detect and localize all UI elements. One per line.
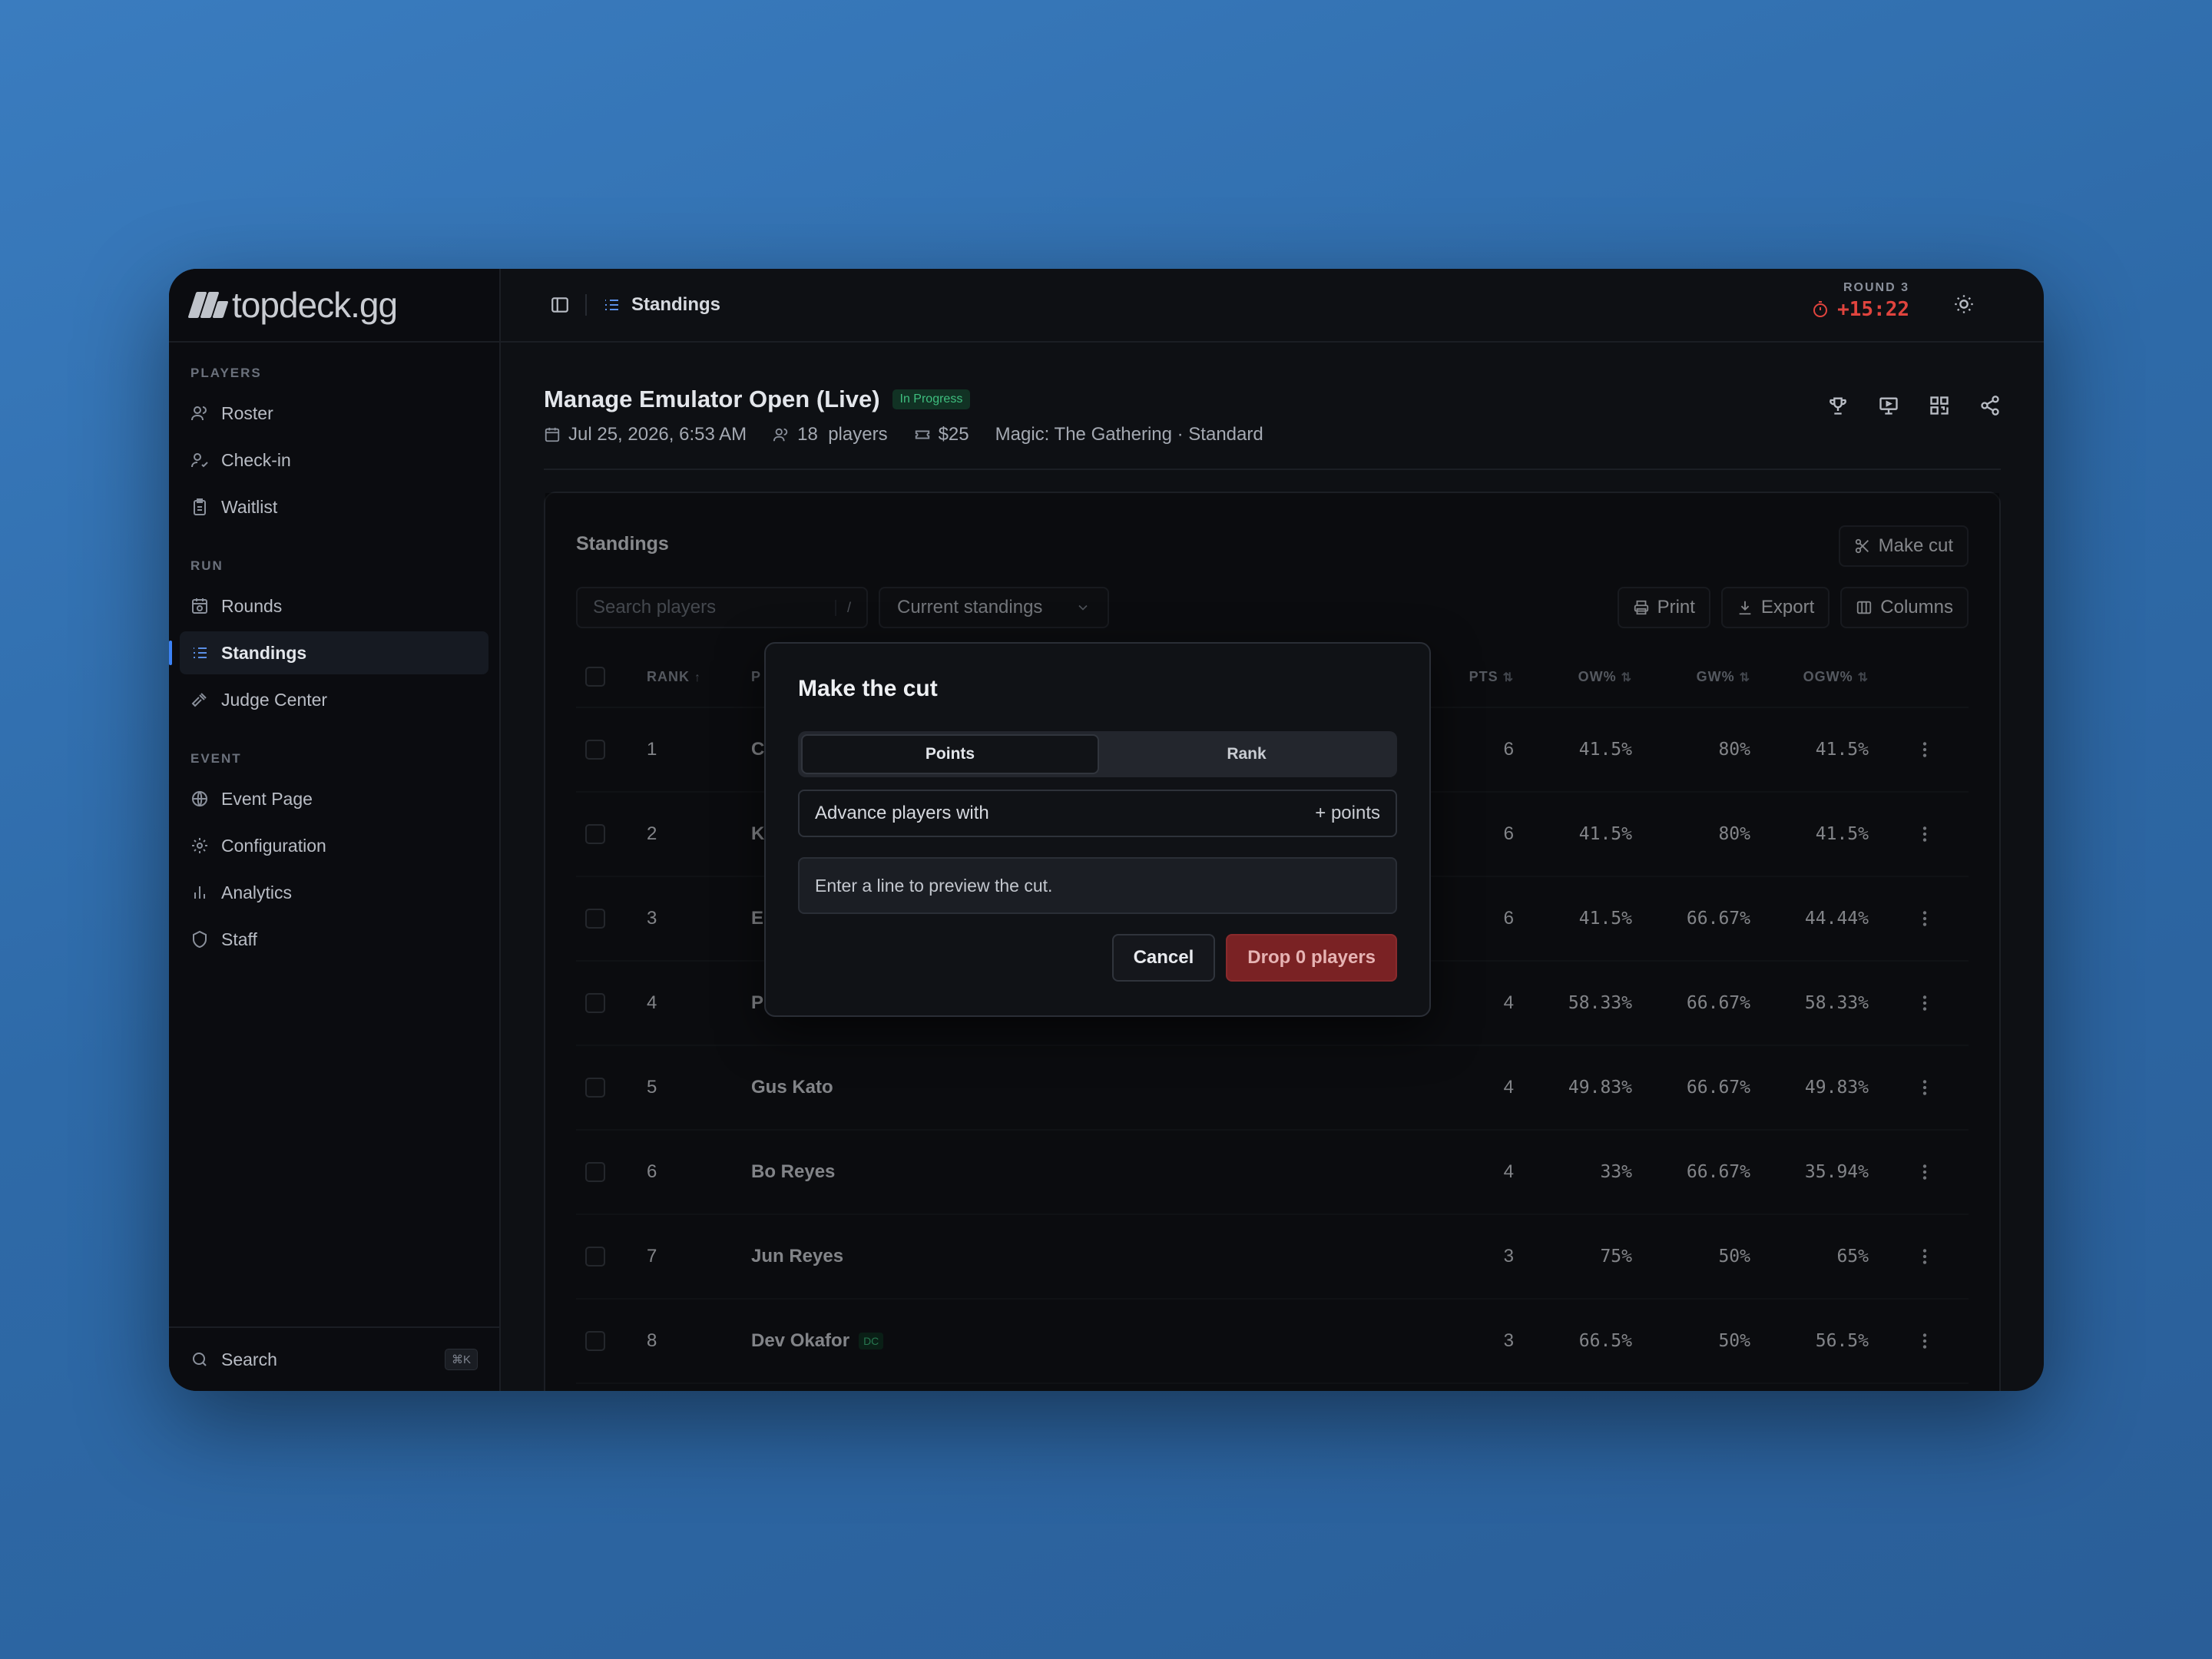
- event-format: Magic: The Gathering · Standard: [995, 424, 1263, 445]
- event-players: 18 players: [773, 424, 888, 445]
- round-time: +15:22: [1811, 298, 1909, 321]
- dialog-actions: Cancel Drop 0 players: [798, 934, 1397, 982]
- sidebar-search-button[interactable]: Search ⌘K: [169, 1326, 499, 1391]
- event-title: Manage Emulator Open (Live): [544, 386, 880, 412]
- globe-icon: [190, 790, 209, 808]
- sidebar-item-analytics[interactable]: Analytics: [180, 871, 488, 914]
- event-players-text: 18 players: [797, 424, 888, 445]
- dialog-title: Make the cut: [798, 676, 938, 701]
- list-ordered-icon: [190, 644, 209, 662]
- round-label: ROUND 3: [1843, 281, 1909, 294]
- sidebar-item-label: Rounds: [221, 595, 283, 616]
- users-icon: [190, 404, 209, 422]
- presentation-icon[interactable]: [1878, 395, 1899, 420]
- advance-input-suffix: + points: [1315, 803, 1380, 823]
- gavel-icon: [190, 690, 209, 709]
- event-date-text: Jul 25, 2026, 6:53 AM: [568, 424, 747, 445]
- section-label-event: EVENT: [190, 751, 242, 766]
- sidebar-item-staff[interactable]: Staff: [180, 918, 488, 961]
- section-label-run: RUN: [190, 558, 224, 573]
- status-badge: In Progress: [892, 389, 971, 409]
- sidebar-item-label: Staff: [221, 929, 257, 949]
- cut-mode-toggle: Points Rank: [798, 731, 1397, 777]
- sidebar-item-label: Check-in: [221, 449, 291, 470]
- round-timer: ROUND 3 +15:22: [1811, 281, 1909, 321]
- advance-input-label: Advance players with: [815, 803, 989, 823]
- tab-rank[interactable]: Rank: [1099, 734, 1394, 774]
- sidebar-item-waitlist[interactable]: Waitlist: [180, 485, 488, 528]
- calendar-clock-icon: [190, 597, 209, 615]
- app-window: topdeck.gg PLAYERS Roster Check-in Waitl…: [169, 269, 2044, 1391]
- sidebar-item-standings[interactable]: Standings: [169, 631, 488, 674]
- list-ordered-icon: [605, 300, 618, 310]
- sidebar-item-check-in[interactable]: Check-in: [180, 439, 488, 482]
- trophy-icon[interactable]: [1827, 395, 1849, 420]
- search-icon: [190, 1350, 209, 1369]
- event-date: Jul 25, 2026, 6:53 AM: [544, 424, 747, 445]
- breadcrumb: Standings: [602, 294, 720, 316]
- advance-points-input[interactable]: Advance players with + points: [798, 790, 1397, 837]
- tab-points[interactable]: Points: [801, 734, 1099, 774]
- search-label: Search: [221, 1349, 277, 1369]
- sidebar-item-roster[interactable]: Roster: [180, 392, 488, 435]
- section-label-players: PLAYERS: [190, 366, 262, 380]
- qr-code-icon[interactable]: [1929, 395, 1950, 420]
- sidebar-item-label: Event Page: [221, 788, 313, 809]
- sidebar-item-rounds[interactable]: Rounds: [180, 584, 488, 628]
- sidebar-item-label: Roster: [221, 402, 273, 423]
- sidebar-toggle-icon[interactable]: [550, 295, 570, 315]
- sidebar-item-judge-center[interactable]: Judge Center: [180, 678, 488, 721]
- sidebar-item-configuration[interactable]: Configuration: [180, 824, 488, 867]
- gear-icon: [190, 836, 209, 855]
- event-fee: $25: [914, 424, 969, 445]
- event-meta: Jul 25, 2026, 6:53 AM 18 players $25 Mag…: [544, 424, 2001, 445]
- sun-icon[interactable]: [1953, 293, 1975, 319]
- event-fee-text: $25: [938, 424, 969, 445]
- round-time-value: +15:22: [1837, 298, 1909, 321]
- sidebar-item-event-page[interactable]: Event Page: [180, 777, 488, 820]
- sidebar-item-label: Configuration: [221, 835, 326, 856]
- bar-chart-icon: [190, 883, 209, 902]
- event-title-row: Manage Emulator Open (Live) In Progress: [544, 386, 2001, 413]
- cut-preview: Enter a line to preview the cut.: [798, 857, 1397, 914]
- user-check-icon: [190, 451, 209, 469]
- search-shortcut: ⌘K: [444, 1349, 478, 1370]
- divider: [585, 294, 587, 316]
- cancel-button[interactable]: Cancel: [1111, 934, 1216, 982]
- drop-players-button[interactable]: Drop 0 players: [1226, 934, 1397, 982]
- breadcrumb-label: Standings: [631, 294, 721, 315]
- nav-section-run: RUN Rounds Standings Judge Center: [169, 532, 499, 721]
- make-cut-dialog: Make the cut Points Rank Advance players…: [764, 642, 1431, 1017]
- topdeck-logo-icon: [187, 290, 229, 320]
- share-icon[interactable]: [1979, 395, 2001, 420]
- event-actions: [1827, 395, 2001, 420]
- event-header: Manage Emulator Open (Live) In Progress …: [544, 343, 2001, 470]
- sidebar-item-label: Standings: [221, 642, 307, 663]
- topbar: Standings ROUND 3 +15:22: [501, 269, 2044, 343]
- sidebar: topdeck.gg PLAYERS Roster Check-in Waitl…: [169, 269, 501, 1391]
- users-icon: [773, 428, 788, 442]
- sidebar-item-label: Analytics: [221, 882, 293, 902]
- nav-section-event: EVENT Event Page Configuration Analytics…: [169, 725, 499, 961]
- sidebar-item-label: Judge Center: [221, 689, 328, 710]
- calendar-icon: [545, 427, 560, 442]
- clipboard-icon: [190, 498, 209, 516]
- shield-icon: [190, 930, 209, 949]
- timer-icon: [1813, 301, 1828, 317]
- sidebar-item-label: Waitlist: [221, 496, 278, 517]
- brand-name: topdeck.gg: [232, 285, 398, 325]
- nav-section-players: PLAYERS Roster Check-in Waitlist: [169, 343, 499, 528]
- brand-logo[interactable]: topdeck.gg: [169, 269, 499, 343]
- ticket-icon: [915, 430, 929, 439]
